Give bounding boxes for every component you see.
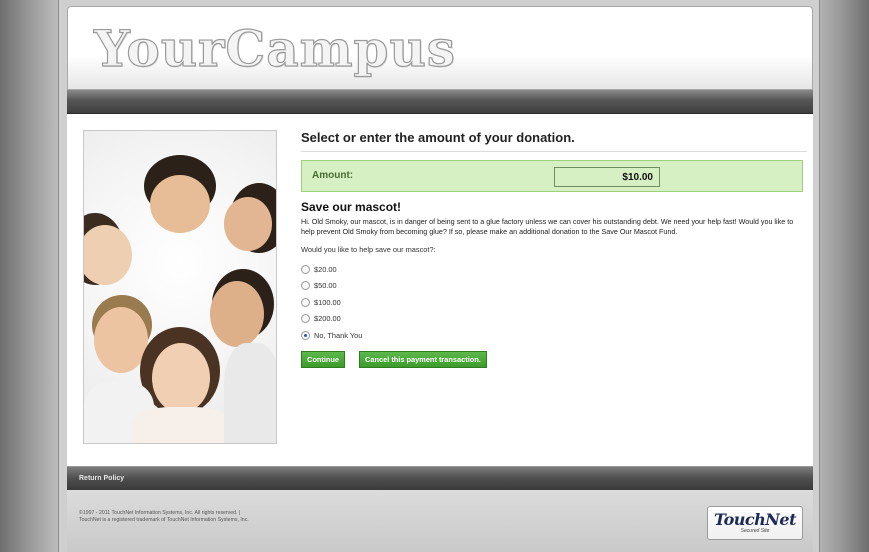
return-policy-link[interactable]: Return Policy <box>79 475 124 482</box>
return-policy-bar: Return Policy <box>67 466 813 490</box>
option-label: $50.00 <box>314 281 337 291</box>
action-buttons: Continue Cancel this payment transaction… <box>301 350 807 368</box>
students-photo <box>83 130 277 444</box>
touchnet-wordmark: TouchNet <box>714 510 796 529</box>
mascot-question: Would you like to help save our mascot?: <box>301 245 436 254</box>
option-200[interactable]: $200.00 <box>301 311 807 328</box>
site-header: YourCampus <box>67 6 813 90</box>
option-label: No, Thank You <box>314 330 363 340</box>
radio-button[interactable] <box>301 297 310 307</box>
option-label: $100.00 <box>314 297 341 307</box>
mascot-title: Save our mascot! <box>301 200 402 214</box>
copyright-line: ©1997 - 2011 TouchNet Information System… <box>79 510 241 516</box>
amount-label: Amount: <box>312 170 354 181</box>
option-no-thanks[interactable]: No, Thank You <box>301 327 807 344</box>
radio-button-selected[interactable] <box>301 330 310 340</box>
amount-input[interactable]: $10.00 <box>554 167 660 187</box>
touchnet-logo: TouchNet Secured Site <box>707 506 803 540</box>
mascot-description: Hi. Old Smoky, our mascot, is in danger … <box>301 217 794 236</box>
donation-panel: Select or enter the amount of your donat… <box>301 130 807 368</box>
page-frame: YourCampus Select or enter the amount of… <box>58 0 820 552</box>
nav-bar <box>67 90 813 114</box>
continue-button[interactable]: Continue <box>301 350 346 368</box>
copyright-text: ©1997 - 2011 TouchNet Information System… <box>79 510 249 524</box>
radio-button[interactable] <box>301 314 310 324</box>
radio-button[interactable] <box>301 281 310 291</box>
option-label: $200.00 <box>314 314 341 324</box>
campus-logo: YourCampus <box>93 18 456 78</box>
main-content: Select or enter the amount of your donat… <box>67 114 813 466</box>
option-100[interactable]: $100.00 <box>301 294 807 311</box>
cancel-button[interactable]: Cancel this payment transaction. <box>359 350 487 368</box>
radio-button[interactable] <box>301 264 310 274</box>
page-title: Select or enter the amount of your donat… <box>301 130 807 152</box>
option-label: $20.00 <box>314 264 337 274</box>
option-20[interactable]: $20.00 <box>301 261 807 278</box>
site-footer: ©1997 - 2011 TouchNet Information System… <box>67 490 813 552</box>
trademark-line: TouchNet is a registered trademark of To… <box>79 517 249 523</box>
amount-box: Amount: $10.00 <box>301 160 803 192</box>
option-50[interactable]: $50.00 <box>301 278 807 295</box>
